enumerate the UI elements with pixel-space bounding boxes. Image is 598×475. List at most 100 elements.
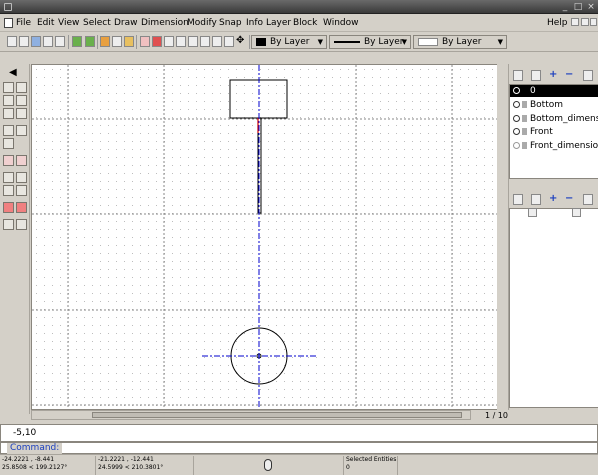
deselect-intersected-icon[interactable] [16,108,27,119]
layer-row[interactable]: Front [510,126,598,138]
menu-edit[interactable]: Edit [37,17,54,29]
zoom-window-icon[interactable] [224,36,234,47]
grid-toggle-icon[interactable] [140,36,150,47]
modify-tool-icon[interactable] [3,172,14,183]
chevron-down-icon: ▼ [497,38,503,46]
show-all-layers-icon[interactable] [513,70,523,81]
eye-icon[interactable] [513,101,520,108]
selected-entities-label: Selected Entities: [346,456,398,463]
zoom-in-icon[interactable] [176,36,186,47]
width-select[interactable]: By Layer ▼ [413,35,507,49]
linetype-swatch-icon [334,40,360,43]
cut-icon[interactable] [100,36,110,47]
zoom-previous-icon[interactable] [212,36,222,47]
block-tool-icon[interactable] [16,219,27,230]
menu-select[interactable]: Select [83,17,111,29]
text-tool-icon[interactable] [16,185,27,196]
layer-row[interactable]: Bottom [510,99,598,111]
menu-modify[interactable]: Modify [187,17,217,29]
lock-icon[interactable] [522,115,527,122]
vertical-scrollbar[interactable] [497,64,503,410]
draft-mode-icon[interactable] [152,36,162,47]
close-icon[interactable]: × [586,2,596,12]
mdi-minimize-icon[interactable] [571,18,579,26]
add-layer-icon[interactable]: + [549,70,559,81]
show-all-blocks-icon[interactable] [513,194,523,205]
ellipse-tool-icon[interactable] [3,155,14,166]
horizontal-scroll-thumb[interactable] [92,412,462,418]
line-tool-icon[interactable] [3,125,14,136]
edit-layer-icon[interactable] [583,70,593,81]
horizontal-scrollbar[interactable] [31,410,471,420]
arc-tool-icon[interactable] [16,125,27,136]
toolbar-separator [136,35,137,49]
menu-draw[interactable]: Draw [114,17,138,29]
undo-icon[interactable] [72,36,82,47]
menu-dimension[interactable]: Dimension [141,17,189,29]
select-single-icon[interactable] [3,82,14,93]
layer-row[interactable]: 0 [510,85,598,97]
spline-tool-icon[interactable] [16,155,27,166]
hatch-tool-icon[interactable] [3,185,14,196]
menu-window[interactable]: Window [323,17,359,29]
zoom-out-icon[interactable] [188,36,198,47]
info-tool-icon[interactable] [3,219,14,230]
remove-layer-icon[interactable]: − [565,70,575,81]
hide-all-layers-icon[interactable] [531,70,541,81]
hide-all-blocks-icon[interactable] [531,194,541,205]
mdi-close-icon[interactable] [590,18,597,26]
remove-block-icon[interactable]: − [565,194,575,205]
add-block-icon[interactable]: + [549,194,559,205]
eye-icon[interactable] [513,128,520,135]
menu-layer[interactable]: Layer [266,17,291,29]
edit-block-icon[interactable] [528,208,537,217]
back-arrow-icon[interactable]: ◀ [9,68,20,79]
menu-info[interactable]: Info [246,17,263,29]
select-contour-icon[interactable] [16,82,27,93]
layer-row[interactable]: Bottom_dimension [510,113,598,125]
zoom-auto-icon[interactable] [200,36,210,47]
select-window-icon[interactable] [3,95,14,106]
page-count: 1 / 10 [484,411,508,420]
print-icon[interactable] [43,36,53,47]
eye-icon[interactable] [513,115,520,122]
menu-view[interactable]: View [58,17,79,29]
redo-icon[interactable] [85,36,95,47]
save-block-icon[interactable] [572,208,581,217]
lock-icon[interactable] [522,142,527,149]
snap-tool-icon[interactable] [3,202,14,213]
lock-icon[interactable] [522,128,527,135]
color-select[interactable]: By Layer ▼ [251,35,327,49]
statusbar: -24.2221 , -8.441 25.8508 < 199.2127° -2… [0,454,598,475]
insert-block-icon[interactable] [583,194,593,205]
lock-icon[interactable] [522,101,527,108]
redraw-icon[interactable] [164,36,174,47]
layer-row[interactable]: Front_dimension [510,140,598,152]
restrict-tool-icon[interactable] [16,202,27,213]
menu-block[interactable]: Block [293,17,317,29]
copy-icon[interactable] [112,36,122,47]
mdi-restore-icon[interactable] [581,18,589,26]
drawing-canvas[interactable] [31,64,503,410]
zoom-pan-icon[interactable]: ✥ [236,36,246,47]
paste-icon[interactable] [124,36,134,47]
maximize-icon[interactable]: □ [573,2,583,12]
eye-icon[interactable] [513,87,520,94]
command-line-input[interactable]: Command: [0,442,598,454]
menu-file[interactable]: File [16,17,31,29]
eye-icon[interactable] [513,142,520,149]
deselect-window-icon[interactable] [16,95,27,106]
window-menu-icon[interactable] [4,3,12,11]
menu-help[interactable]: Help [547,17,568,29]
print-preview-icon[interactable] [55,36,65,47]
dimension-tool-icon[interactable] [16,172,27,183]
linetype-select[interactable]: By Layer ▼ [329,35,411,49]
save-icon[interactable] [31,36,41,47]
open-file-icon[interactable] [19,36,29,47]
menu-snap[interactable]: Snap [219,17,242,29]
minimize-icon[interactable]: _ [560,2,570,12]
new-file-icon[interactable] [7,36,17,47]
linetype-select-value: By Layer [364,37,404,47]
circle-tool-icon[interactable] [3,138,14,149]
select-intersected-icon[interactable] [3,108,14,119]
